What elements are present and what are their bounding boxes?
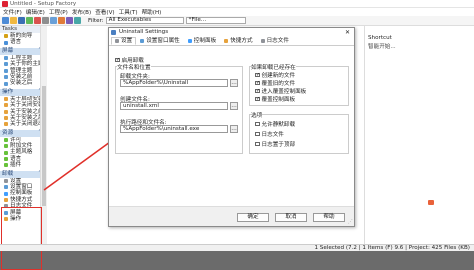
shortcut-icon [224,39,229,43]
uninstall-settings-dialog: Uninstall Settings ✕ 设置 设置窗口属性 控制面板 快捷方式… [108,27,355,227]
tab-window-properties[interactable]: 设置窗口属性 [136,37,184,45]
browse-button[interactable]: … [230,125,238,133]
log-file-checkbox[interactable]: 日志文件 [255,130,284,138]
exe-path-input[interactable]: %AppFolder%\uninstall.exe [120,125,228,133]
checkbox-box[interactable] [115,57,120,63]
filename-input[interactable]: uninstall.xml [120,102,228,110]
overwrite-option-checkbox[interactable]: 进入覆盖控制面板 [255,87,306,95]
checkbox-box[interactable] [255,131,260,137]
dialog-content: 启用卸载 文件名和位置 卸载文件夹: %AppFolder%\Uninstall… [109,46,354,206]
tab-shortcuts[interactable]: 快捷方式 [220,37,256,45]
overwrite-group-label: 如果卸载已经存在 [251,63,296,71]
silent-uninstall-checkbox[interactable]: 允许静默卸载 [255,120,295,128]
overwrite-option-checkbox[interactable]: 创建新的文件 [255,71,295,79]
window-icon [140,39,145,43]
settings-icon [115,39,119,43]
checkbox-box[interactable] [255,96,260,101]
overwrite-option-checkbox[interactable]: 覆盖控制面板 [255,95,295,103]
checkbox-box[interactable] [255,88,260,93]
help-button[interactable]: 帮助 [313,213,345,222]
tab-log-file[interactable]: 日志文件 [257,37,293,45]
dialog-button-bar: 确定 取消 帮助 ⋰ [109,206,354,226]
checkbox-box[interactable] [255,72,260,77]
checkbox-box[interactable] [255,80,260,85]
checkbox-box[interactable] [255,121,260,127]
cancel-button[interactable]: 取消 [275,213,307,222]
log-file-icon [260,39,265,43]
checkbox-box[interactable] [255,141,260,147]
ok-button[interactable]: 确定 [237,213,269,222]
browse-button[interactable]: … [230,102,238,110]
dialog-tabs: 设置 设置窗口属性 控制面板 快捷方式 日志文件 [109,37,354,46]
dialog-title: Uninstall Settings [119,29,169,35]
uninstall-folder-input[interactable]: %AppFolder%\Uninstall [120,79,228,87]
options-group-label: 选项 [251,111,263,119]
status-bar: 1 Selected (7.2 | 1 Items (F) 9.6 | Proj… [0,244,474,251]
overwrite-option-checkbox[interactable]: 覆盖旧的文件 [255,79,295,87]
resize-grip-icon[interactable]: ⋰ [348,219,353,225]
filenames-group-label: 文件名和位置 [117,63,151,71]
main-window: Untitled - Setup Factory 文件(F) 编辑(E) 工程(… [0,0,474,270]
tab-control-panel[interactable]: 控制面板 [184,37,220,45]
control-panel-icon [187,39,192,43]
dialog-icon [111,30,116,35]
tab-settings[interactable]: 设置 [111,37,137,45]
browse-button[interactable]: … [230,79,238,87]
dialog-title-bar: Uninstall Settings ✕ [109,28,354,37]
close-icon[interactable]: ✕ [345,28,350,37]
tray-icon [428,200,434,205]
log-top-checkbox[interactable]: 日志置于顶部 [255,140,295,148]
